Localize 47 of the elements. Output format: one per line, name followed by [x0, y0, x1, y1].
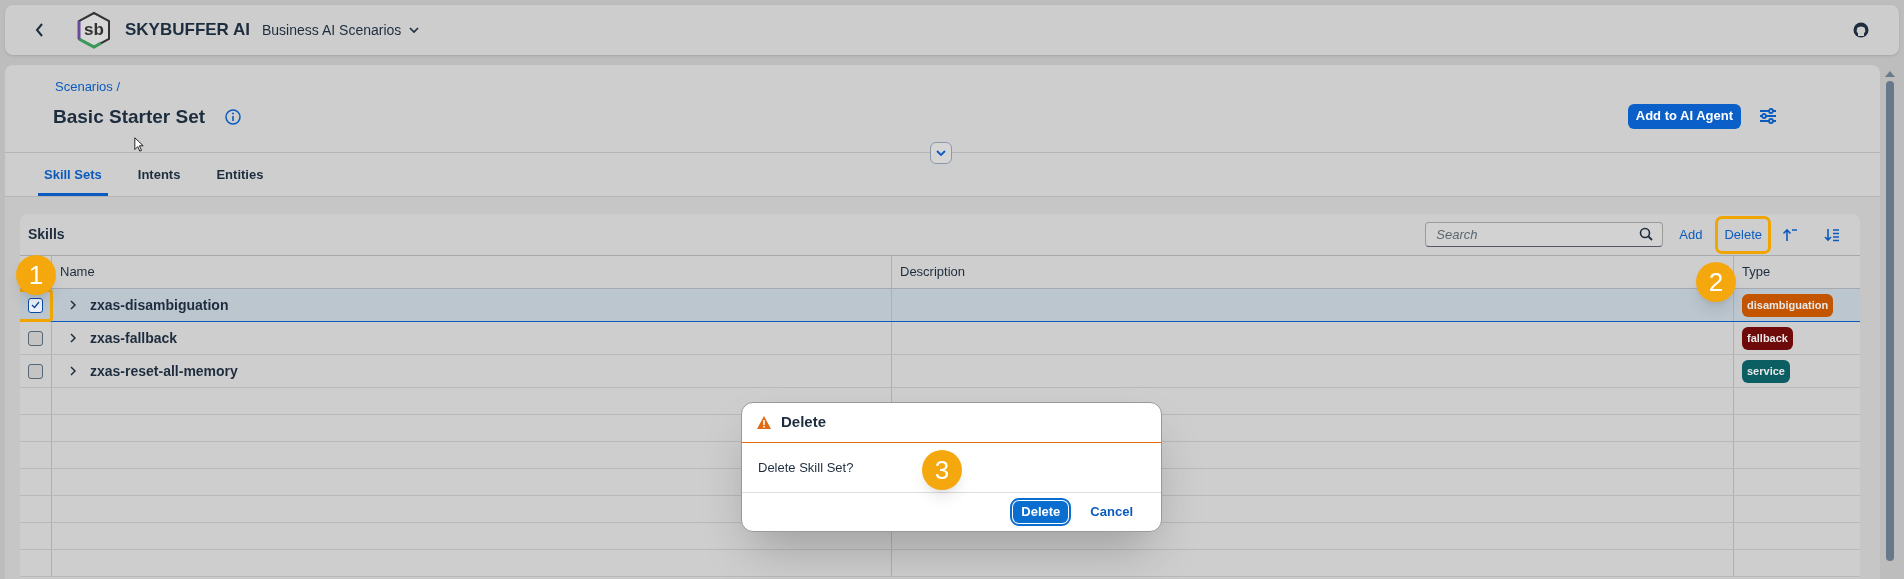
- cancel-button[interactable]: Cancel: [1082, 501, 1141, 523]
- cursor-icon: [133, 137, 145, 152]
- breadcrumb-link[interactable]: Scenarios /: [55, 77, 242, 97]
- settings-icon[interactable]: [1759, 108, 1777, 124]
- dialog-message: Delete Skill Set?: [758, 458, 854, 477]
- skill-name: zxas-disambiguation: [90, 295, 229, 315]
- column-header[interactable]: Description: [900, 262, 966, 282]
- checkbox[interactable]: [28, 330, 43, 346]
- confirm-button[interactable]: Delete: [1013, 501, 1069, 523]
- search-field[interactable]: Search: [1425, 222, 1664, 247]
- table-row[interactable]: zxas-reset-all-memory service: [20, 355, 1860, 388]
- info-icon[interactable]: [225, 108, 242, 125]
- expand-icon[interactable]: [70, 366, 76, 376]
- scenario-menu[interactable]: Business AI Scenarios: [262, 19, 420, 41]
- scroll-up-icon[interactable]: [1885, 71, 1895, 77]
- toolbar-button[interactable]: Add: [1673, 218, 1709, 251]
- skill-name: zxas-fallback: [90, 328, 178, 348]
- app-title: SKYBUFFER AI: [125, 19, 250, 42]
- type-tag: disambiguation: [1742, 293, 1834, 317]
- table-title: Skills: [28, 225, 65, 244]
- checkbox[interactable]: [28, 363, 43, 379]
- dialog-title: Delete: [781, 412, 827, 433]
- collapse-button[interactable]: [930, 142, 952, 164]
- chevron-down-icon: [409, 26, 420, 34]
- logo: sb: [75, 11, 113, 49]
- type-tag: fallback: [1742, 326, 1793, 350]
- sort-descending-icon[interactable]: [1824, 227, 1840, 242]
- add-to-agent-button[interactable]: Add to AI Agent: [1627, 103, 1741, 129]
- expand-icon[interactable]: [70, 333, 76, 343]
- expand-icon[interactable]: [70, 300, 76, 310]
- table-row[interactable]: zxas-fallback fallback: [20, 322, 1860, 355]
- tab[interactable]: Intents: [131, 153, 187, 196]
- github-icon[interactable]: [1853, 22, 1869, 38]
- type-tag: service: [1742, 359, 1790, 383]
- column-header[interactable]: Name: [60, 262, 95, 282]
- toolbar-button[interactable]: Delete: [1718, 218, 1768, 251]
- chevron-down-icon: [936, 149, 946, 157]
- search-icon: [1639, 227, 1654, 241]
- check-icon: [31, 301, 40, 309]
- skill-name: zxas-reset-all-memory: [90, 361, 238, 381]
- back-icon[interactable]: [35, 23, 45, 37]
- warning-icon: [757, 416, 771, 429]
- tab[interactable]: Entities: [210, 153, 270, 196]
- column-header[interactable]: Type: [1742, 262, 1771, 282]
- page-title: Basic Starter Set: [53, 104, 206, 129]
- checkbox[interactable]: [28, 297, 43, 313]
- sort-ascending-icon[interactable]: [1782, 227, 1798, 242]
